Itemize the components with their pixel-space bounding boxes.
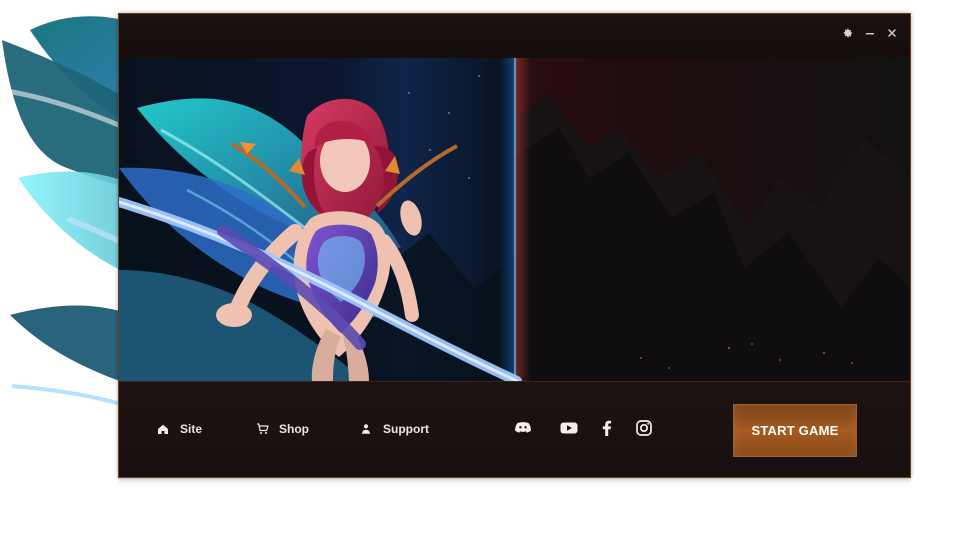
- nav-link-support-label: Support: [383, 422, 429, 436]
- banner-artwork: [119, 58, 910, 381]
- launcher-window: Site Shop Support START GAME: [118, 13, 911, 478]
- user-icon: [359, 422, 373, 436]
- instagram-icon[interactable]: [633, 417, 655, 439]
- youtube-icon[interactable]: [558, 417, 580, 439]
- nav-link-support[interactable]: Support: [359, 420, 429, 438]
- window-controls: [842, 27, 898, 39]
- start-game-button[interactable]: START GAME: [733, 404, 857, 457]
- home-icon: [156, 422, 170, 436]
- window-titlebar[interactable]: [119, 14, 910, 59]
- nav-link-shop[interactable]: Shop: [255, 420, 309, 438]
- hero-banner: [119, 58, 910, 381]
- close-icon[interactable]: [886, 27, 898, 39]
- nav-link-site-label: Site: [180, 422, 203, 436]
- cart-icon: [255, 422, 269, 436]
- discord-icon[interactable]: [512, 417, 534, 439]
- window-shadow: [118, 478, 911, 486]
- launcher-stage: Site Shop Support START GAME: [0, 0, 960, 540]
- nav-link-shop-label: Shop: [279, 422, 309, 436]
- minimize-icon[interactable]: [864, 27, 876, 39]
- launcher-footer: Site Shop Support START GAME: [119, 381, 910, 477]
- nav-link-site[interactable]: Site: [156, 420, 202, 438]
- facebook-icon[interactable]: [596, 417, 618, 439]
- settings-icon[interactable]: [842, 27, 854, 39]
